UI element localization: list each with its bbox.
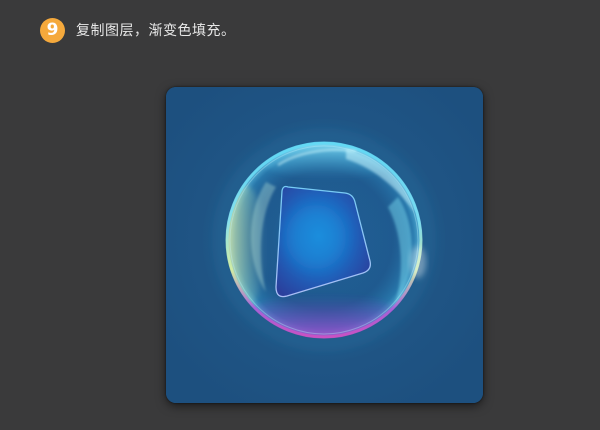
artwork-canvas [166,87,483,403]
step-instruction: 复制图层，渐变色填充。 [76,23,236,39]
step-number-badge: 9 [40,17,65,43]
tutorial-page: 9 复制图层，渐变色填充。 [0,0,600,430]
glass-bubble-illustration [166,87,483,403]
step-header: 9 复制图层，渐变色填充。 [40,17,236,43]
